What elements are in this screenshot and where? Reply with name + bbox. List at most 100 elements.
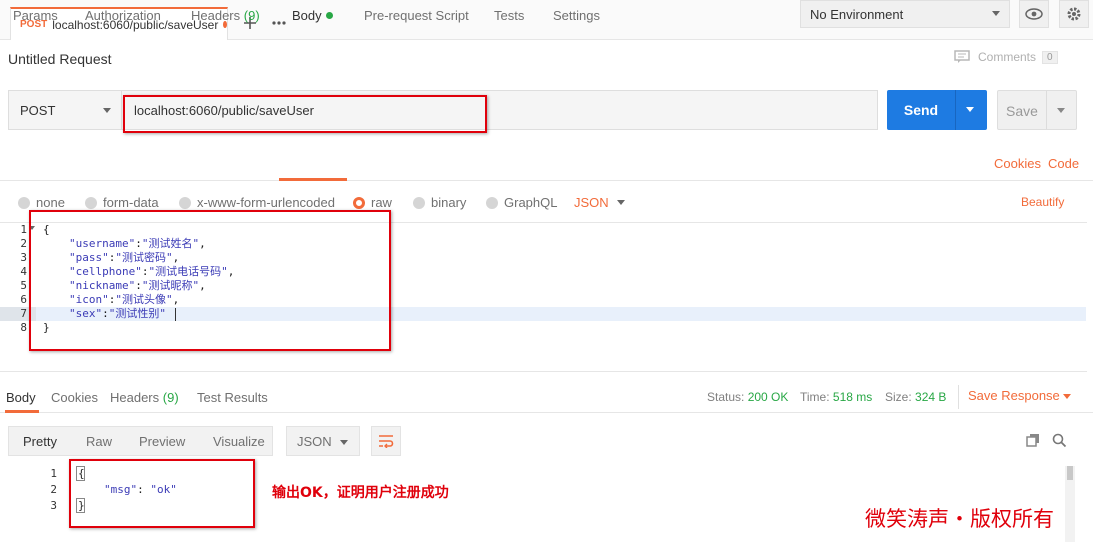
response-scrollbar-thumb[interactable] (1067, 466, 1073, 480)
view-raw[interactable]: Raw (86, 434, 112, 449)
method-label: POST (20, 102, 56, 118)
environment-label: No Environment (810, 6, 904, 22)
cookies-link[interactable]: Cookies (994, 156, 1041, 171)
response-code-line: } (78, 499, 85, 512)
line-number: 8 (20, 321, 27, 334)
response-format-select[interactable]: JSON (286, 426, 360, 456)
active-tab-indicator (279, 178, 347, 181)
send-button[interactable]: Send (887, 90, 987, 130)
tab-body-label: Body (292, 8, 322, 23)
size-info[interactable]: Size: 324 B (885, 390, 946, 404)
radio-circle-icon (413, 196, 425, 209)
code-link[interactable]: Code (1048, 156, 1079, 171)
settings-button[interactable] (1059, 0, 1089, 28)
line-number: 2 (50, 483, 57, 496)
watermark-text: 微笑涛声・版权所有 (865, 507, 1054, 531)
tab-settings[interactable]: Settings (553, 8, 600, 23)
line-number: 6 (20, 293, 27, 306)
environment-quick-look-button[interactable] (1019, 0, 1049, 28)
time-label: Time: (800, 390, 830, 404)
method-select[interactable]: POST (8, 90, 122, 130)
comments-button[interactable]: Comments 0 (954, 50, 1058, 64)
view-preview[interactable]: Preview (139, 434, 185, 449)
tab-tests[interactable]: Tests (494, 8, 524, 23)
radio-selected-icon (353, 196, 365, 209)
view-pretty[interactable]: Pretty (23, 434, 57, 449)
response-tab-headers-label: Headers (110, 390, 160, 405)
size-label: Size: (885, 390, 912, 404)
response-tab-body[interactable]: Body (6, 390, 36, 405)
raw-format-select[interactable]: JSON (574, 195, 625, 210)
time-info[interactable]: Time: 518 ms (800, 390, 872, 404)
tab-params[interactable]: Params (13, 8, 58, 23)
response-tab-headers[interactable]: Headers (9) (110, 390, 179, 405)
search-button[interactable] (1048, 430, 1070, 450)
response-format-label: JSON (297, 434, 332, 449)
line-number: 4 (20, 265, 27, 278)
annotation-box-request-body (29, 210, 391, 351)
radio-urlencoded[interactable]: x-www-form-urlencoded (179, 195, 335, 210)
status-value: 200 OK (747, 390, 789, 404)
save-label: Save (1006, 103, 1038, 119)
send-options-chevron-icon[interactable] (966, 107, 974, 112)
tab-headers[interactable]: Headers (9) (191, 8, 260, 23)
view-visualize[interactable]: Visualize (213, 434, 265, 449)
radio-urlencoded-label: x-www-form-urlencoded (197, 195, 335, 210)
beautify-link[interactable]: Beautify (1021, 195, 1064, 209)
time-value: 518 ms (832, 390, 873, 404)
line-number: 5 (20, 279, 27, 292)
status-label: Status: (707, 390, 745, 404)
more-tabs-button[interactable] (265, 10, 293, 36)
request-title[interactable]: Untitled Request (8, 51, 112, 67)
tab-prerequest-script[interactable]: Pre-request Script (364, 8, 469, 23)
radio-raw[interactable]: raw (353, 195, 392, 210)
response-tab-cookies[interactable]: Cookies (51, 390, 98, 405)
annotation-text: 输出OK，证明用户注册成功 (272, 485, 449, 501)
radio-graphql-label: GraphQL (504, 195, 558, 210)
environment-select[interactable]: No Environment (800, 0, 1010, 28)
copy-button[interactable] (1022, 430, 1044, 450)
status-divider (958, 385, 959, 409)
radio-form-data[interactable]: form-data (85, 195, 159, 210)
send-label: Send (903, 102, 939, 118)
save-response-button[interactable]: Save Response (968, 388, 1071, 403)
line-number: 1 (50, 467, 57, 480)
radio-circle-icon (486, 196, 498, 209)
line-number: 2 (20, 237, 27, 250)
tab-authorization[interactable]: Authorization (85, 8, 161, 23)
search-icon (1052, 433, 1066, 447)
radio-binary[interactable]: binary (413, 195, 466, 210)
save-button[interactable]: Save (997, 90, 1077, 130)
radio-circle-icon (179, 196, 191, 209)
tab-body[interactable]: Body (292, 8, 333, 23)
response-tab-test-results[interactable]: Test Results (197, 390, 268, 405)
response-tab-headers-count: (9) (162, 390, 179, 405)
comment-icon (954, 50, 970, 63)
response-code-line: { (78, 467, 85, 480)
gear-icon (1067, 7, 1081, 21)
chevron-down-icon (992, 11, 1000, 16)
line-number: 3 (50, 499, 57, 512)
save-options-chevron-icon[interactable] (1057, 108, 1065, 113)
annotation-box-url (123, 95, 487, 133)
radio-none-label: none (36, 195, 65, 210)
chevron-down-icon (617, 200, 625, 205)
radio-circle-icon (85, 196, 97, 209)
active-response-tab-indicator (5, 410, 39, 413)
size-value: 324 B (915, 390, 947, 404)
save-divider (1046, 91, 1047, 129)
line-number: 1 (20, 223, 27, 236)
chevron-down-icon (340, 440, 348, 445)
wrap-lines-button[interactable] (371, 426, 401, 456)
tab-headers-label: Headers (191, 8, 241, 23)
json-key: "msg" (104, 483, 138, 496)
radio-none[interactable]: none (18, 195, 65, 210)
wrap-lines-icon (379, 435, 394, 448)
comments-count: 0 (1042, 50, 1058, 64)
response-code-line: "msg": "ok" (104, 483, 177, 496)
request-tabs (0, 148, 1093, 181)
tab-headers-count: (9) (243, 8, 260, 23)
radio-graphql[interactable]: GraphQL (486, 195, 557, 210)
save-response-label: Save Response (968, 388, 1060, 403)
status-info[interactable]: Status: 200 OK (707, 390, 788, 404)
